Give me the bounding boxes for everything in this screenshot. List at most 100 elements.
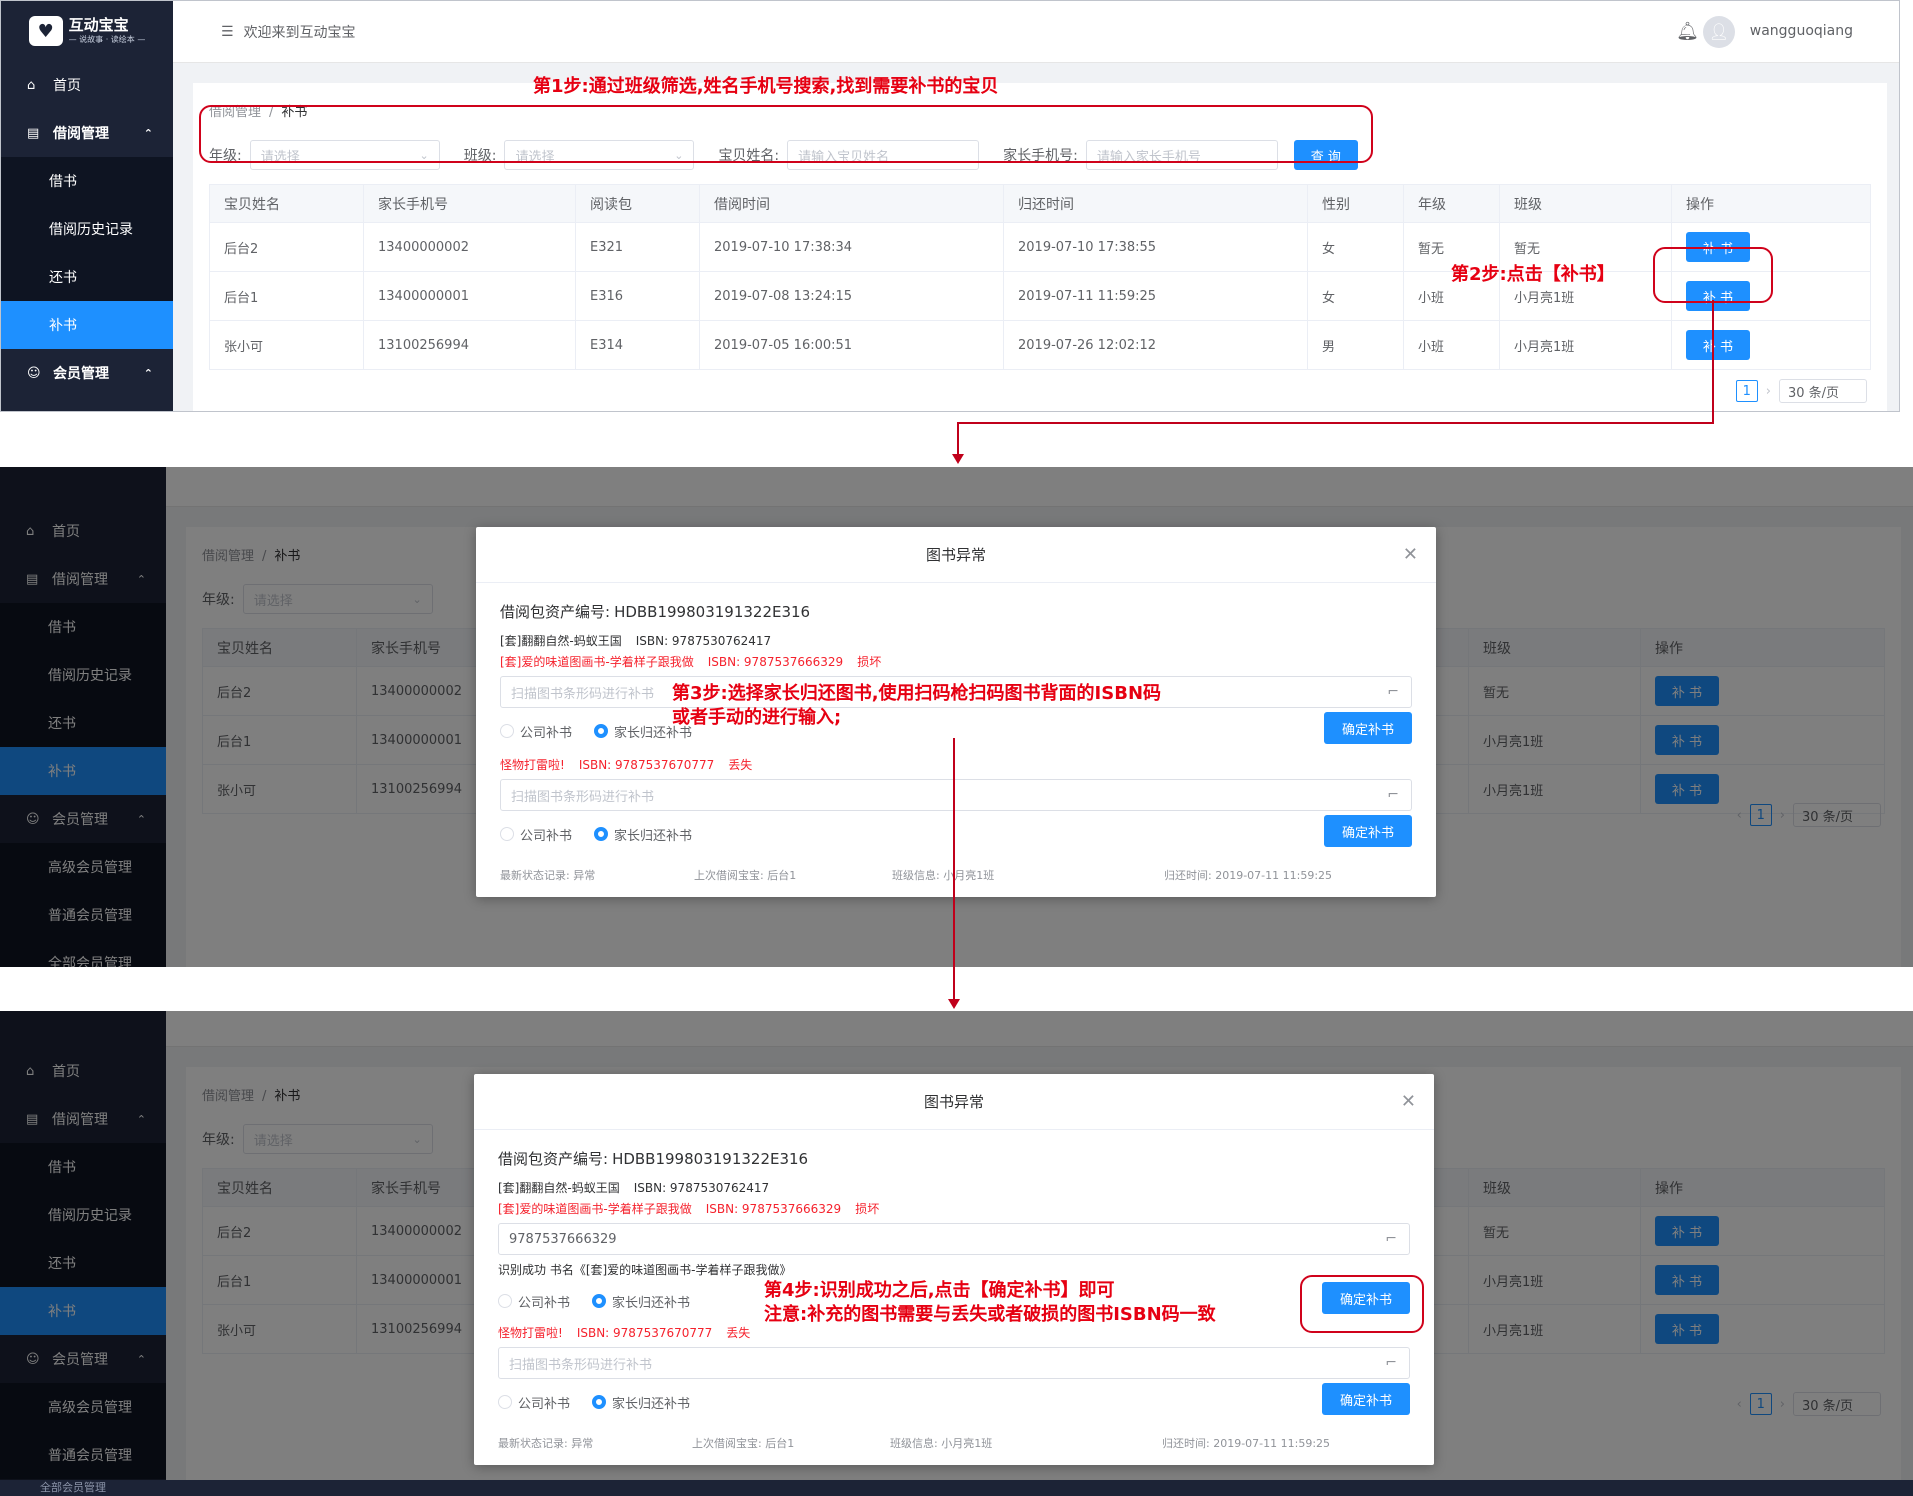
next-page-icon[interactable]: › [1766, 384, 1771, 399]
radio-label: 公司补书 [518, 1295, 571, 1311]
sidebar-item-member[interactable]: ☺ 会员管理 ⌃ [1, 349, 173, 397]
book-status: 丢失 [728, 758, 753, 772]
connector-line [953, 738, 955, 1000]
scan-placeholder: 扫描图书条形码进行补书 [509, 1357, 653, 1373]
cell: 后台2 [209, 222, 364, 272]
radio-parent[interactable]: 家长归还补书 [594, 825, 692, 844]
confirm-replenish-button[interactable]: 确定补书 [1324, 712, 1412, 744]
radio-label: 公司补书 [520, 828, 573, 844]
asset-number: HDBB199803191322E316 [614, 603, 811, 621]
cell: 张小可 [209, 320, 364, 370]
table-row: 张小可 13100256994 E314 2019-07-05 16:00:51 201… [209, 320, 1871, 370]
book-line-damaged: [套]爱的味道图画书-学着样子跟我做 ISBN: 9787537666329 损坏 [500, 653, 1412, 670]
screenshot-step4: ⌂首页 ▤借阅管理⌃ 借书 借阅历史记录 还书 补书 ☺会员管理⌃ 高级会员管理… [0, 1011, 1913, 1496]
col-header: 操作 [1671, 184, 1871, 223]
chevron-up-icon: ⌃ [143, 126, 153, 140]
cell: 2019-07-08 13:24:15 [699, 271, 1004, 321]
book-status: 丢失 [726, 1326, 751, 1340]
page-size-select[interactable]: 30 条/页 [1779, 379, 1867, 403]
scan-input[interactable]: 扫描图书条形码进行补书 ⌐ [498, 1347, 1410, 1379]
chevron-up-icon: ⌃ [143, 366, 153, 380]
annotation-step3: 第3步:选择家长归还图书,使用扫码枪扫码图书背面的ISBN码 [672, 683, 1162, 704]
radio-off-icon [498, 1395, 512, 1409]
logo-heart-icon: ♥ [28, 16, 63, 46]
sidebar-item-borrow-book[interactable]: 借书 [1, 157, 173, 205]
scanner-gun-icon: ⌐ [1387, 684, 1399, 700]
radio-company[interactable]: 公司补书 [498, 1393, 570, 1412]
confirm-replenish-button[interactable]: 确定补书 [1322, 1383, 1410, 1415]
radio-parent[interactable]: 家长归还补书 [592, 1393, 690, 1412]
col-header: 年级 [1403, 184, 1500, 223]
cell: E314 [575, 320, 700, 370]
asset-line: 借阅包资产编号: HDBB199803191322E316 [500, 601, 1412, 622]
sidebar-item-history[interactable]: 借阅历史记录 [1, 205, 173, 253]
cell: 小班 [1403, 320, 1500, 370]
radio-label: 家长归还补书 [612, 1295, 691, 1311]
book-isbn: ISBN: 9787530762417 [635, 634, 772, 648]
book-status: 损坏 [855, 1202, 880, 1216]
radio-label: 公司补书 [518, 1396, 571, 1412]
cell: E316 [575, 271, 700, 321]
modal-title: 图书异常 [925, 546, 986, 564]
scanner-gun-icon: ⌐ [1385, 1231, 1397, 1247]
radio-off-icon [498, 1294, 512, 1308]
cell-action: 补 书 [1671, 320, 1871, 370]
footer-return-time: 归还时间: 2019-07-11 11:59:25 [1164, 869, 1333, 882]
cell: 2019-07-10 17:38:55 [1003, 222, 1308, 272]
book-name: [套]翻翻自然-蚂蚁王国 [500, 634, 622, 648]
sidebar-item-label: 借书 [49, 174, 77, 190]
scan-input[interactable]: 扫描图书条形码进行补书 ⌐ [500, 779, 1412, 811]
book-isbn: ISBN: 9787537666329 [707, 655, 844, 669]
sidebar: ♥ 互动宝宝 — 说故事 · 读绘本 — ⌂ 首页 ▤ 借阅管理 ⌃ 借书 借阅历史记录… [1, 1, 173, 411]
confirm-replenish-button[interactable]: 确定补书 [1324, 815, 1412, 847]
replenish-type-radios: 公司补书 家长归还补书 确定补书 [500, 712, 1412, 746]
radio-off-icon [500, 827, 514, 841]
book-name: 怪物打雷啦! [500, 758, 565, 772]
sidebar-item-return[interactable]: 还书 [1, 253, 173, 301]
logo: ♥ 互动宝宝 — 说故事 · 读绘本 — [1, 1, 173, 61]
cell: 2019-07-11 11:59:25 [1003, 271, 1308, 321]
book-name: 怪物打雷啦! [498, 1326, 563, 1340]
screenshot-step1: ♥ 互动宝宝 — 说故事 · 读绘本 — ⌂ 首页 ▤ 借阅管理 ⌃ 借书 借阅历史记录… [0, 0, 1900, 412]
cell: 女 [1307, 271, 1404, 321]
page-number[interactable]: 1 [1735, 380, 1758, 402]
scan-placeholder: 扫描图书条形码进行补书 [511, 686, 655, 702]
sidebar-item-label: 还书 [49, 270, 77, 286]
close-icon[interactable]: ✕ [1403, 527, 1418, 583]
book-isbn: ISBN: 9787537670777 [578, 758, 715, 772]
highlight-replenish-box [1653, 247, 1773, 303]
replenish-button[interactable]: 补 书 [1686, 330, 1750, 360]
book-name: [套]翻翻自然-蚂蚁王国 [498, 1181, 620, 1195]
welcome-text: 欢迎来到互动宝宝 [243, 24, 356, 41]
radio-on-icon [592, 1395, 607, 1409]
sidebar-item-label: 全部会员管理 [40, 1481, 106, 1494]
sidebar-item-borrow[interactable]: ▤ 借阅管理 ⌃ [1, 109, 173, 157]
sidebar-item-home[interactable]: ⌂ 首页 [1, 61, 173, 109]
logo-text: 互动宝宝 [68, 16, 129, 34]
pagination: 1 › 30 条/页 [1735, 379, 1867, 403]
radio-company[interactable]: 公司补书 [500, 722, 572, 741]
home-icon: ⌂ [27, 77, 36, 93]
radio-on-icon [594, 827, 609, 841]
bell-icon[interactable]: 🔔︎ [1676, 21, 1699, 42]
col-header: 宝贝姓名 [209, 184, 364, 223]
cell: 小月亮1班 [1499, 320, 1672, 370]
asset-label: 借阅包资产编号: [500, 603, 611, 621]
radio-parent[interactable]: 家长归还补书 [592, 1292, 690, 1311]
footer-class: 班级信息: 小月亮1班 [892, 869, 995, 882]
menu-icon[interactable]: ☰ [221, 24, 234, 40]
sidebar-item-replenish[interactable]: 补书 [1, 301, 173, 349]
footer-last-child: 上次借阅宝宝: 后台1 [692, 1437, 795, 1450]
scan-input[interactable]: 9787537666329 ⌐ [498, 1223, 1410, 1255]
scanner-gun-icon: ⌐ [1385, 1355, 1397, 1371]
radio-company[interactable]: 公司补书 [498, 1292, 570, 1311]
footer-return-time: 归还时间: 2019-07-11 11:59:25 [1162, 1437, 1331, 1450]
radio-off-icon [500, 724, 514, 738]
footer-status: 最新状态记录: 异常 [500, 869, 596, 882]
book-name: [套]爱的味道图画书-学着样子跟我做 [500, 655, 694, 669]
logo-slogan: — 说故事 · 读绘本 — [68, 35, 146, 44]
close-icon[interactable]: ✕ [1401, 1074, 1416, 1130]
avatar[interactable]: 👤︎ [1703, 16, 1735, 48]
username[interactable]: wangguoqiang [1750, 23, 1853, 39]
radio-company[interactable]: 公司补书 [500, 825, 572, 844]
